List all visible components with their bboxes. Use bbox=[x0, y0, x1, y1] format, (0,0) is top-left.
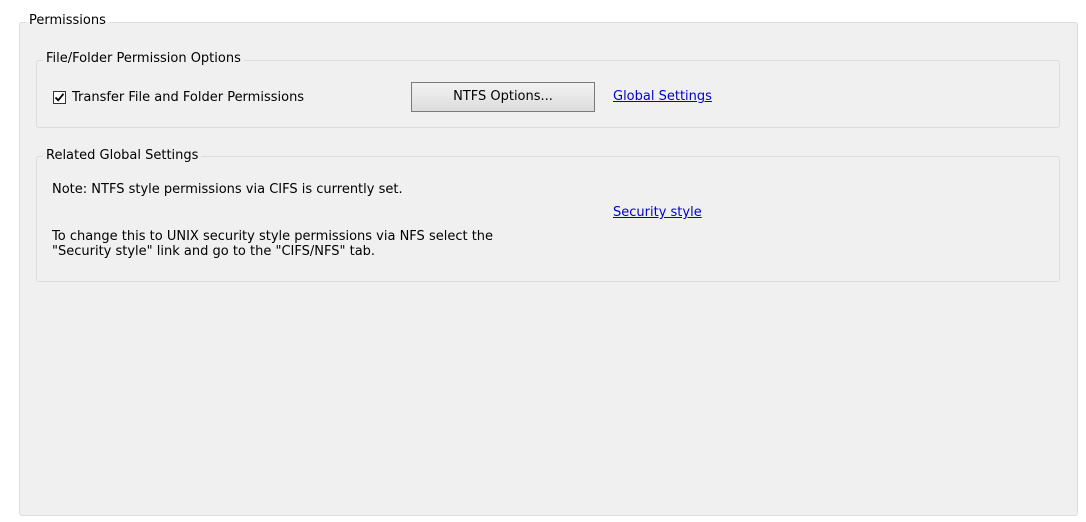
change-instructions-line2: "Security style" link and go to the "CIF… bbox=[52, 244, 376, 259]
change-instructions-text: To change this to UNIX security style pe… bbox=[52, 229, 612, 259]
permissions-title: Permissions bbox=[26, 13, 109, 29]
related-global-settings-title: Related Global Settings bbox=[43, 148, 202, 164]
checkmark-icon bbox=[54, 92, 65, 102]
global-settings-link[interactable]: Global Settings bbox=[613, 89, 712, 104]
transfer-permissions-option[interactable]: Transfer File and Folder Permissions bbox=[53, 88, 304, 106]
change-instructions-line1: To change this to UNIX security style pe… bbox=[52, 229, 494, 244]
ntfs-options-button[interactable]: NTFS Options... bbox=[411, 82, 595, 112]
ntfs-note-text: Note: NTFS style permissions via CIFS is… bbox=[52, 182, 403, 197]
file-folder-options-title: File/Folder Permission Options bbox=[43, 51, 244, 67]
transfer-permissions-label: Transfer File and Folder Permissions bbox=[72, 89, 305, 105]
transfer-permissions-checkbox[interactable] bbox=[53, 90, 66, 104]
security-style-link[interactable]: Security style bbox=[613, 205, 702, 220]
related-global-settings-group bbox=[36, 156, 1060, 282]
